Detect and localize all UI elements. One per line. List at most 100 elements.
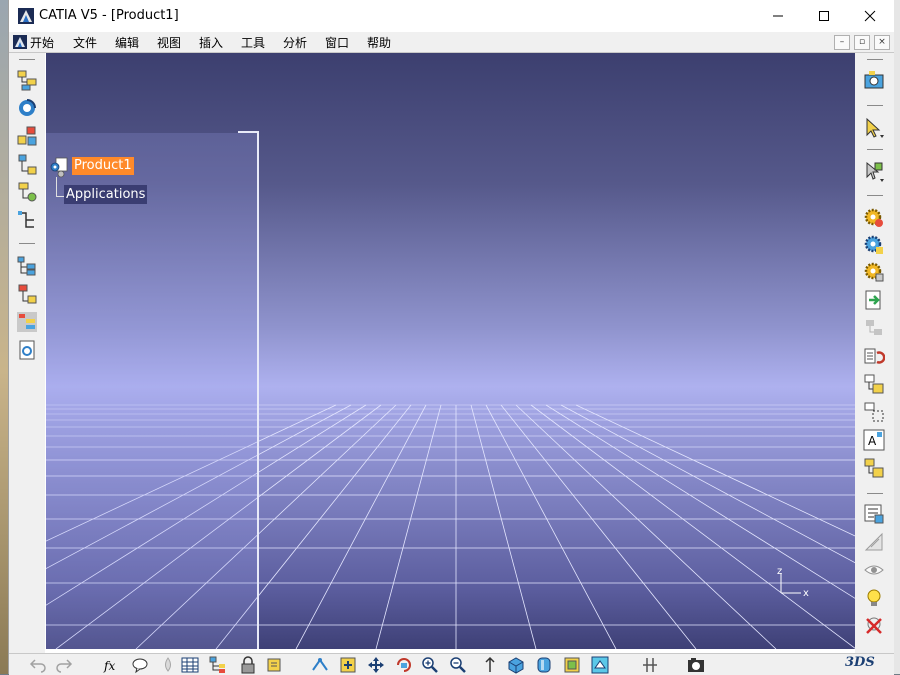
gear-grid-icon[interactable]	[863, 261, 885, 283]
measure-icon[interactable]	[863, 531, 885, 553]
tree-table-icon[interactable]	[16, 311, 38, 333]
menu-edit[interactable]: 编辑	[115, 34, 139, 51]
close-icon	[864, 10, 876, 22]
assembly-icon[interactable]	[16, 125, 38, 147]
svg-text:fx: fx	[103, 659, 115, 673]
select-3d-icon[interactable]	[863, 161, 885, 183]
bulb-icon[interactable]	[863, 587, 885, 609]
menu-tools[interactable]: 工具	[241, 34, 265, 51]
catia-window: CATIA V5 - [Product1] 开始 文件 编辑 视图 插入 工具 …	[8, 0, 894, 675]
eye-icon[interactable]	[863, 559, 885, 581]
desktop-background-right	[893, 0, 900, 674]
title-bar[interactable]: CATIA V5 - [Product1]	[9, 0, 894, 32]
menu-insert[interactable]: 插入	[199, 34, 223, 51]
camera-icon[interactable]	[863, 69, 885, 91]
swap-icon[interactable]	[641, 656, 659, 674]
left-toolbar	[9, 53, 45, 653]
toolbar-separator	[867, 149, 883, 150]
fx-icon[interactable]: fx	[103, 656, 121, 674]
pan-icon[interactable]	[367, 656, 385, 674]
drop-icon[interactable]	[159, 656, 177, 674]
menu-bar: 开始 文件 编辑 视图 插入 工具 分析 窗口 帮助 – ▫ ×	[9, 32, 894, 53]
start-menu-icon	[13, 35, 27, 49]
capture-icon[interactable]	[687, 656, 705, 674]
menu-start[interactable]: 开始	[30, 34, 54, 51]
menu-file[interactable]: 文件	[73, 34, 97, 51]
desktop-background	[0, 0, 8, 674]
catia-app-icon	[18, 8, 34, 24]
hierarchy-icon[interactable]	[16, 209, 38, 231]
fade-icon[interactable]	[863, 317, 885, 339]
doc-close-button[interactable]: ×	[874, 35, 890, 50]
bottom-toolbar: fx 3DS	[9, 653, 894, 675]
tree-branch-icon[interactable]	[16, 283, 38, 305]
table-icon[interactable]	[863, 457, 885, 479]
toolbar-separator	[867, 195, 883, 196]
tag-icon[interactable]	[265, 656, 283, 674]
specification-tree-area	[46, 133, 258, 649]
right-toolbar: A	[855, 53, 894, 653]
menu-window[interactable]: 窗口	[325, 34, 349, 51]
document-icon[interactable]	[16, 339, 38, 361]
chat-icon[interactable]	[131, 656, 149, 674]
zoom-in-icon[interactable]	[421, 656, 439, 674]
doc-minimize-button[interactable]: –	[834, 35, 850, 50]
component-icon[interactable]	[16, 181, 38, 203]
x-red-icon[interactable]	[863, 615, 885, 637]
window-title: CATIA V5 - [Product1]	[39, 8, 179, 23]
undo-icon[interactable]	[29, 656, 47, 674]
table-grid-icon[interactable]	[181, 656, 199, 674]
axis-z-label: z	[777, 566, 782, 577]
doc-restore-button[interactable]: ▫	[854, 35, 870, 50]
tree-node-product1[interactable]: Product1	[72, 157, 134, 175]
tree-view-icon[interactable]	[209, 656, 227, 674]
select-arrow-icon[interactable]	[863, 117, 885, 139]
3d-viewport[interactable]: Product1 Applications z x	[46, 53, 855, 649]
gear-yellow-icon[interactable]	[863, 207, 885, 229]
constraint-icon[interactable]	[863, 503, 885, 525]
product-node-icon[interactable]	[50, 157, 70, 179]
tree-connector	[56, 177, 57, 197]
minimize-icon	[773, 15, 783, 17]
zoom-out-icon[interactable]	[449, 656, 467, 674]
menu-view[interactable]: 视图	[157, 34, 181, 51]
minimize-button[interactable]	[755, 0, 801, 32]
product-red-icon[interactable]	[863, 345, 885, 367]
axis-x-label: x	[803, 588, 809, 599]
structure-icon[interactable]	[16, 153, 38, 175]
rotate-icon[interactable]	[395, 656, 413, 674]
tree-expand-icon[interactable]	[16, 255, 38, 277]
toolbar-separator	[19, 59, 35, 60]
green-arrow-icon[interactable]	[863, 289, 885, 311]
iso-view-icon[interactable]	[507, 656, 525, 674]
product-tree-icon[interactable]	[16, 69, 38, 91]
maximize-button[interactable]	[801, 0, 847, 32]
toolbar-separator	[867, 59, 883, 60]
fit-all-icon[interactable]	[339, 656, 357, 674]
toolbar-separator	[867, 105, 883, 106]
menu-help[interactable]: 帮助	[367, 34, 391, 51]
3ds-logo: 3DS	[845, 655, 875, 670]
normal-view-icon[interactable]	[481, 656, 499, 674]
text-icon[interactable]: A	[863, 429, 885, 451]
svg-text:A: A	[868, 434, 877, 448]
hide-icon[interactable]	[591, 656, 609, 674]
tree-bracket	[238, 131, 259, 133]
toolbar-separator	[867, 493, 883, 494]
swirl-icon[interactable]	[16, 97, 38, 119]
tree-bracket	[257, 131, 259, 649]
box-icon[interactable]	[563, 656, 581, 674]
tree-node-applications[interactable]: Applications	[64, 185, 148, 204]
menu-analysis[interactable]: 分析	[283, 34, 307, 51]
redo-icon[interactable]	[55, 656, 73, 674]
gear-blue-icon[interactable]	[863, 234, 885, 256]
tree-connector	[56, 196, 64, 197]
lock-icon[interactable]	[239, 656, 257, 674]
shading-icon[interactable]	[535, 656, 553, 674]
close-button[interactable]	[847, 0, 893, 32]
axis-triad: z x	[777, 566, 809, 599]
product-yellow-icon[interactable]	[863, 373, 885, 395]
fly-icon[interactable]	[311, 656, 329, 674]
grid-insert-icon[interactable]	[863, 401, 885, 423]
maximize-icon	[819, 11, 829, 21]
